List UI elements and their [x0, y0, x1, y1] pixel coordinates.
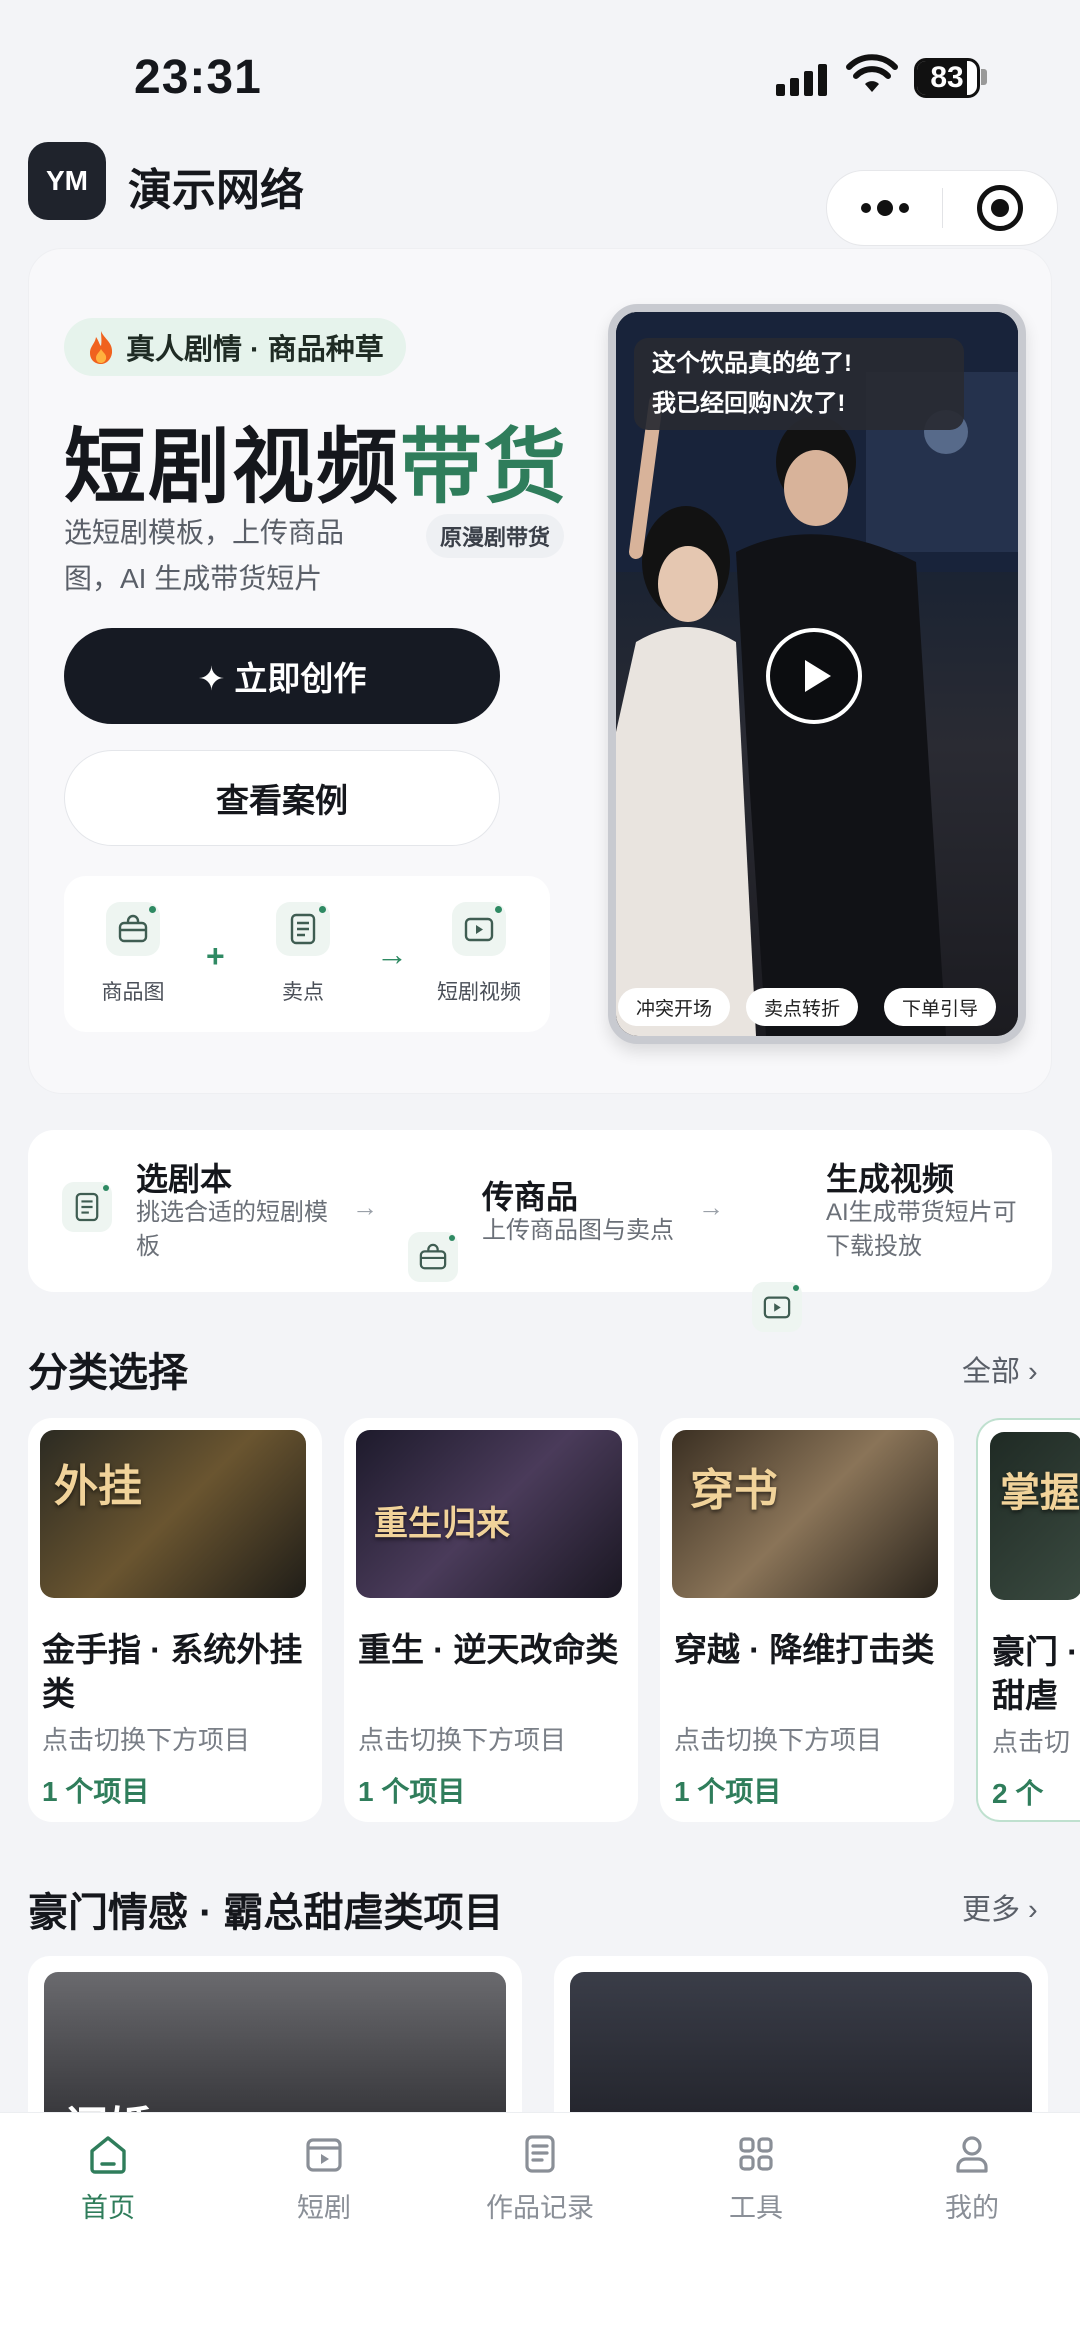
speech-bubble: 这个饮品真的绝了! 我已经回购N次了!: [634, 338, 964, 430]
close-miniprogram-button[interactable]: [943, 171, 1057, 245]
battery-icon: 83: [914, 58, 980, 98]
more-options-button[interactable]: [827, 171, 942, 245]
projects-more-link[interactable]: 更多 ›: [962, 1886, 1038, 1928]
hero-pill: 原漫剧带货: [426, 514, 565, 558]
category-sub: 点击切换下方项目: [674, 1725, 883, 1755]
flow-label: 卖点: [282, 981, 324, 1004]
flow-arrow: →: [376, 936, 408, 972]
step-arrow: →: [352, 1192, 378, 1222]
category-all-link[interactable]: 全部 ›: [962, 1348, 1038, 1390]
app-logo: YM: [28, 142, 106, 220]
category-name: 金手指 · 系统外挂类: [42, 1631, 303, 1712]
category-poster: 穿书: [672, 1430, 938, 1598]
category-count: 1 个项目: [42, 1776, 150, 1807]
step-desc: AI生成带货短片可下载投放: [826, 1199, 1017, 1260]
poster-title: 重生归来: [374, 1504, 510, 1544]
step-title: 生成视频: [826, 1161, 955, 1197]
projects-section-title: 豪门情感 · 霸总甜虐类项目: [28, 1891, 504, 1935]
hero-title-main: 短剧视频: [64, 422, 401, 513]
tab-label: 工具: [729, 2193, 783, 2223]
hero-tag: 真人剧情 · 商品种草: [64, 318, 406, 376]
status-time: 23:31: [134, 51, 262, 104]
video-icon: [452, 902, 506, 956]
home-icon: [90, 2136, 126, 2174]
scene-chip: 卖点转折: [746, 988, 859, 1026]
grid-icon: [739, 2137, 773, 2171]
bag-icon: [106, 902, 160, 956]
bubble-line: 这个饮品真的绝了!: [652, 350, 852, 377]
tab-label: 我的: [945, 2193, 999, 2223]
step-desc: 挑选合适的短剧模板: [136, 1199, 328, 1260]
record-icon: [525, 2135, 555, 2173]
category-count: 2 个: [992, 1778, 1044, 1809]
category-card[interactable]: 穿书 穿越 · 降维打击类 点击切换下方项目 1 个项目: [660, 1418, 954, 1822]
mini-program-capsule: [826, 170, 1058, 246]
category-section-title: 分类选择: [28, 1351, 188, 1395]
hero-title: 短剧视频带货: [64, 400, 568, 519]
step-arrow: →: [698, 1192, 724, 1222]
tab-label: 作品记录: [486, 2193, 594, 2223]
fire-icon: [90, 331, 113, 364]
flow-item-video: 短剧视频: [414, 902, 544, 1006]
flow-item-selling-point: 卖点: [238, 902, 368, 1006]
category-name: 豪门 · 甜虐: [992, 1633, 1079, 1714]
category-count: 1 个项目: [358, 1776, 466, 1807]
create-now-button[interactable]: ✦ 立即创作: [64, 628, 500, 724]
wifi-icon: [846, 54, 898, 99]
bag-icon: [408, 1232, 458, 1282]
scene-chip: 冲突开场: [618, 988, 731, 1026]
document-icon: [62, 1182, 112, 1232]
tab-short-drama[interactable]: 短剧: [216, 2132, 432, 2225]
category-name: 重生 · 逆天改命类: [358, 1631, 619, 1668]
step-title: 选剧本: [136, 1161, 233, 1197]
view-cases-button[interactable]: 查看案例: [64, 750, 500, 846]
hero-title-highlight: 带货: [400, 422, 569, 513]
user-icon: [956, 2136, 988, 2173]
category-poster: 外挂: [40, 1430, 306, 1598]
category-card[interactable]: 外挂 金手指 · 系统外挂类 点击切换下方项目 1 个项目: [28, 1418, 322, 1822]
category-poster: 掌握: [990, 1432, 1080, 1600]
more-dot-icon: [876, 200, 893, 216]
video-icon: [752, 1282, 802, 1332]
poster-title: 掌握: [1000, 1469, 1080, 1516]
flow-label: 短剧视频: [437, 981, 521, 1004]
category-sub: 点击切换下方项目: [42, 1725, 251, 1755]
poster-title: 外挂: [54, 1461, 142, 1512]
step-title: 传商品: [482, 1179, 579, 1215]
hero-tag-text: 真人剧情 · 商品种草: [126, 334, 384, 366]
play-button[interactable]: [766, 628, 862, 724]
play-icon: [805, 660, 831, 692]
more-dot-icon: [860, 203, 871, 213]
hero-description: 选短剧模板，上传商品图，AI 生成带货短片: [64, 517, 345, 594]
step-desc: 上传商品图与卖点: [482, 1217, 674, 1244]
flow-label: 商品图: [101, 981, 165, 1004]
scene-chip: 下单引导: [884, 988, 997, 1026]
tab-tools[interactable]: 工具: [648, 2132, 864, 2225]
category-card[interactable]: 重生归来 重生 · 逆天改命类 点击切换下方项目 1 个项目: [344, 1418, 638, 1822]
app-title: 演示网络: [128, 166, 304, 215]
video-preview[interactable]: 这个饮品真的绝了! 我已经回购N次了! 冲突开场 卖点转折 下单引导: [608, 304, 1026, 1044]
tab-works[interactable]: 作品记录: [432, 2132, 648, 2225]
battery-tip: [981, 69, 987, 85]
clapper-icon: [306, 2138, 342, 2172]
more-dot-icon: [898, 203, 909, 213]
flow-item-product: 商品图: [68, 902, 198, 1006]
category-name: 穿越 · 降维打击类: [674, 1631, 935, 1668]
battery-percent: 83: [930, 61, 964, 94]
target-icon: [976, 185, 1023, 231]
category-poster: 重生归来: [356, 1430, 622, 1598]
category-card[interactable]: 掌握 豪门 · 甜虐 点击切 2 个: [976, 1418, 1080, 1822]
category-sub: 点击切: [992, 1727, 1071, 1757]
tab-home[interactable]: 首页: [0, 2132, 216, 2225]
category-sub: 点击切换下方项目: [358, 1725, 567, 1755]
signal-icon: [776, 60, 830, 96]
bubble-line: 我已经回购N次了!: [652, 390, 846, 417]
tab-label: 短剧: [297, 2193, 351, 2223]
tab-mine[interactable]: 我的: [864, 2132, 1080, 2225]
poster-title: 穿书: [690, 1465, 778, 1516]
tab-label: 首页: [81, 2193, 135, 2223]
document-icon: [276, 902, 330, 956]
flow-plus: +: [206, 938, 225, 974]
category-count: 1 个项目: [674, 1776, 782, 1807]
